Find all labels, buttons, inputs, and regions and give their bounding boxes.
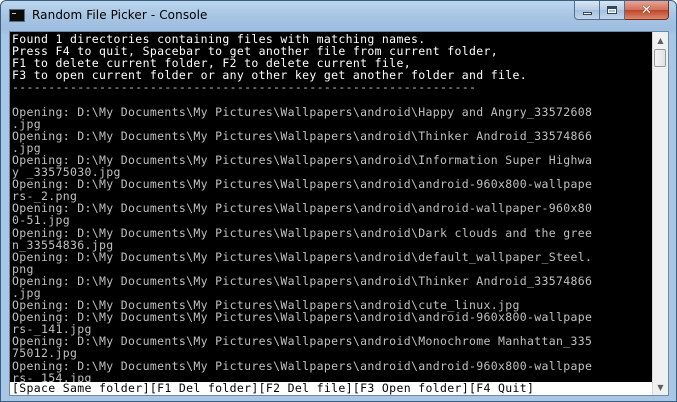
console-log-line: Opening: D:\My Documents\My Pictures\Wal…: [12, 225, 593, 240]
maximize-icon: [607, 6, 617, 14]
minimize-button[interactable]: [574, 1, 600, 20]
console-log-line: Opening: D:\My Documents\My Pictures\Wal…: [12, 128, 593, 143]
key-help-status-bar: [Space Same folder][F1 Del folder][F2 De…: [10, 382, 653, 395]
maximize-button[interactable]: [600, 1, 625, 20]
scroll-up-arrow-icon[interactable]: ▲: [653, 32, 668, 48]
scrollbar-thumb[interactable]: [654, 49, 666, 67]
vertical-scrollbar[interactable]: ▲ ▼: [652, 32, 668, 395]
console-log-line: n_33554836.jpg: [12, 237, 114, 252]
console-window: Random File Picker - Console ✕ Found 1 d…: [0, 0, 677, 402]
console-log-line: 0-51.jpg: [12, 213, 71, 228]
console-log-line: Opening: D:\My Documents\My Pictures\Wal…: [12, 358, 593, 373]
console-log-line: 75012.jpg: [12, 346, 78, 361]
console-log-line: Opening: D:\My Documents\My Pictures\Wal…: [12, 249, 593, 264]
close-icon: ✕: [641, 2, 652, 18]
window-controls: ✕: [574, 1, 669, 21]
scroll-down-arrow-icon[interactable]: ▼: [653, 379, 668, 395]
console-log-line: Opening: D:\My Documents\My Pictures\Wal…: [12, 104, 593, 119]
console-log-line: Opening: D:\My Documents\My Pictures\Wal…: [12, 334, 593, 349]
console-log-line: Opening: D:\My Documents\My Pictures\Wal…: [12, 201, 593, 216]
window-title: Random File Picker - Console: [32, 8, 208, 22]
console-log-line: Opening: D:\My Documents\My Pictures\Wal…: [12, 310, 593, 325]
title-bar[interactable]: Random File Picker - Console ✕: [1, 1, 676, 31]
console-client-area: Found 1 directories containing files wit…: [9, 31, 669, 396]
console-separator-line: ----------------------------------------…: [12, 80, 477, 95]
console-output[interactable]: Found 1 directories containing files wit…: [10, 32, 653, 395]
console-log-line: Opening: D:\My Documents\My Pictures\Wal…: [12, 177, 593, 192]
console-log-line: Opening: D:\My Documents\My Pictures\Wal…: [12, 273, 593, 288]
close-button[interactable]: ✕: [625, 1, 669, 20]
console-log-line: .jpg: [12, 116, 42, 131]
minimize-icon: [582, 12, 592, 15]
console-app-icon[interactable]: [9, 9, 25, 22]
